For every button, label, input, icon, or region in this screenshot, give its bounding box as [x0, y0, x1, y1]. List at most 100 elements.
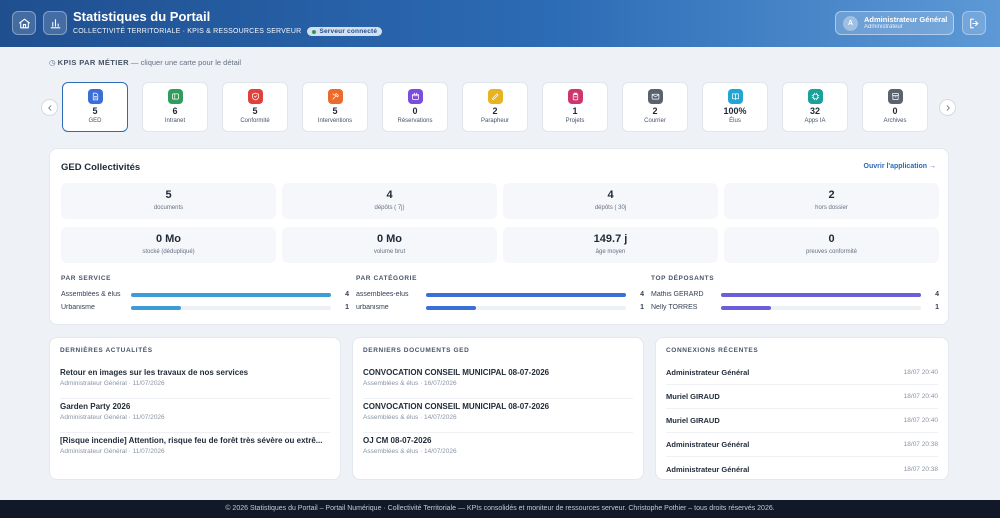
- breakdown-bar: [721, 292, 921, 297]
- breakdown-count: 1: [345, 304, 349, 311]
- breakdown-bar-track: [131, 305, 331, 310]
- kpi-value: 0: [412, 106, 418, 116]
- stat-value: 0 Mo: [376, 233, 403, 245]
- connection-row: Administrateur Général 18/07 20:38: [666, 457, 938, 481]
- home-button[interactable]: [12, 11, 36, 35]
- item-title: Garden Party 2026: [60, 402, 131, 411]
- logout-button[interactable]: [962, 11, 986, 35]
- breakdown-bar: [721, 305, 771, 310]
- kpi-value: 100%: [723, 106, 747, 116]
- ged-stat-card: 4 dépôts ( 30j: [503, 183, 718, 219]
- news-panel: DERNIÈRES ACTUALITÉS Retour en images su…: [49, 337, 341, 480]
- kpi-card-interventions[interactable]: 5 Interventions: [302, 82, 368, 132]
- stat-label: preuves conformité: [805, 249, 858, 255]
- item-meta: Administrateur Général · 11/07/2026: [60, 380, 165, 387]
- connection-time: 18/07 20:40: [903, 393, 938, 400]
- connection-user: Muriel GIRAUD: [666, 416, 720, 425]
- book-icon: [731, 93, 739, 100]
- kpi-card--lus[interactable]: 100% Élus: [702, 82, 768, 132]
- kpi-value: 6: [172, 106, 178, 116]
- breakdown-bar: [426, 292, 626, 297]
- stat-value: 4: [607, 189, 614, 201]
- kpi-label: Archives: [883, 118, 907, 124]
- kpi-card-ged[interactable]: 5 GED: [62, 82, 128, 132]
- breakdown-row: urbanisme 1: [356, 301, 644, 314]
- list-item[interactable]: Garden Party 2026 Administrateur Général …: [60, 400, 330, 433]
- breakdown-bar-track: [721, 305, 921, 310]
- connection-row: Administrateur Général 18/07 20:38: [666, 433, 938, 457]
- open-application-link[interactable]: Ouvrir l'application →: [864, 163, 936, 170]
- user-menu[interactable]: A Administrateur Général Administrateur: [835, 11, 954, 35]
- kpi-icon-wrap: [87, 89, 103, 104]
- kpi-card-archives[interactable]: 0 Archives: [862, 82, 928, 132]
- kpi-value: 5: [92, 106, 98, 116]
- kpi-card-conformit-[interactable]: 5 Conformité: [222, 82, 288, 132]
- stat-label: stocké (dédupliqué): [142, 249, 195, 255]
- breakdown-row: Nelly TORRES 1: [651, 301, 939, 314]
- kpi-label: GED: [88, 118, 102, 124]
- page-title: Statistiques du Portail: [73, 9, 211, 24]
- kpi-icon-wrap: [567, 89, 583, 104]
- kpi-card-apps-ia[interactable]: 32 Apps IA: [782, 82, 848, 132]
- kpi-card-projets[interactable]: 1 Projets: [542, 82, 608, 132]
- news-title: DERNIÈRES ACTUALITÉS: [60, 347, 153, 354]
- breakdown-count: 1: [640, 304, 644, 311]
- list-item[interactable]: CONVOCATION CONSEIL MUNICIPAL 08-07-2026…: [363, 366, 633, 399]
- kpi-value: 0: [892, 106, 898, 116]
- gauge-icon: ◷: [49, 58, 56, 67]
- kpi-label: Conformité: [240, 118, 270, 124]
- breakdown-title: PAR SERVICE: [61, 275, 112, 282]
- ged-title: GED Collectivités: [61, 162, 141, 173]
- docs-panel: DERNIERS DOCUMENTS GED CONVOCATION CONSE…: [352, 337, 644, 480]
- breakdown-name: Urbanisme: [61, 304, 95, 311]
- breakdown-row: assemblees-elus 4: [356, 288, 644, 301]
- list-item[interactable]: [Risque incendie] Attention, risque feu …: [60, 434, 330, 467]
- ged-stat-card: 0 Mo stocké (dédupliqué): [61, 227, 276, 263]
- breakdown-row: Urbanisme 1: [61, 301, 349, 314]
- kpi-scroll-left-button[interactable]: [41, 99, 58, 116]
- kpi-card-parapheur[interactable]: 2 Parapheur: [462, 82, 528, 132]
- status-dot-icon: [312, 29, 317, 34]
- document-icon: [92, 92, 98, 101]
- kpi-card-r-servations[interactable]: 0 Réservations: [382, 82, 448, 132]
- kpi-card-courrier[interactable]: 2 Courrier: [622, 82, 688, 132]
- chevron-right-icon: [946, 104, 950, 111]
- bar-chart-icon: [50, 18, 60, 28]
- kpi-icon-wrap: [807, 89, 823, 104]
- kpi-icon-wrap: [167, 89, 183, 104]
- kpi-icon-wrap: [887, 89, 903, 104]
- connection-row: Administrateur Général 18/07 20:40: [666, 361, 938, 385]
- breakdown-name: Assemblées & élus: [61, 291, 121, 298]
- stat-value: 149.7 j: [593, 233, 628, 245]
- connections-panel: CONNEXIONS RÉCENTES Administrateur Génér…: [655, 337, 949, 480]
- list-item[interactable]: CONVOCATION CONSEIL MUNICIPAL 08-07-2026…: [363, 400, 633, 433]
- stats-button[interactable]: [43, 11, 67, 35]
- connection-row: Muriel GIRAUD 18/07 20:40: [666, 385, 938, 409]
- ged-stat-card: 0 preuves conformité: [724, 227, 939, 263]
- user-name: Administrateur Général: [864, 15, 948, 24]
- chip-icon: [811, 92, 819, 101]
- ged-stat-card: 4 dépôts ( 7j): [282, 183, 497, 219]
- connections-title: CONNEXIONS RÉCENTES: [666, 347, 759, 354]
- item-meta: Administrateur Général · 11/07/2026: [60, 414, 165, 421]
- stat-label: âge moyen: [595, 249, 626, 255]
- stat-value: 4: [386, 189, 393, 201]
- stat-label: hors dossier: [815, 205, 848, 211]
- kpi-card-intranet[interactable]: 6 Intranet: [142, 82, 208, 132]
- breakdown-bar: [131, 305, 181, 310]
- breakdown-name: Mathis GÉRARD: [651, 291, 704, 298]
- kpi-scroll-right-button[interactable]: [939, 99, 956, 116]
- item-title: Retour en images sur les travaux de nos …: [60, 368, 249, 377]
- kpi-label: Courrier: [644, 118, 666, 124]
- breakdown-2: TOP DÉPOSANTS Mathis GÉRARD 4 Nelly TORRES 1: [651, 275, 939, 314]
- ged-stat-card: 149.7 j âge moyen: [503, 227, 718, 263]
- list-item[interactable]: Retour en images sur les travaux de nos …: [60, 366, 330, 399]
- connection-row: Muriel GIRAUD 18/07 20:40: [666, 409, 938, 433]
- stat-label: documents: [153, 205, 184, 211]
- archive-icon: [891, 93, 899, 100]
- list-item[interactable]: OJ CM 08-07-2026 Assemblées & élus · 14/0…: [363, 434, 633, 467]
- breakdown-bar-track: [426, 292, 626, 297]
- breakdown-name: urbanisme: [356, 304, 389, 311]
- kpi-label: Apps IA: [804, 118, 826, 124]
- clipboard-icon: [572, 92, 578, 101]
